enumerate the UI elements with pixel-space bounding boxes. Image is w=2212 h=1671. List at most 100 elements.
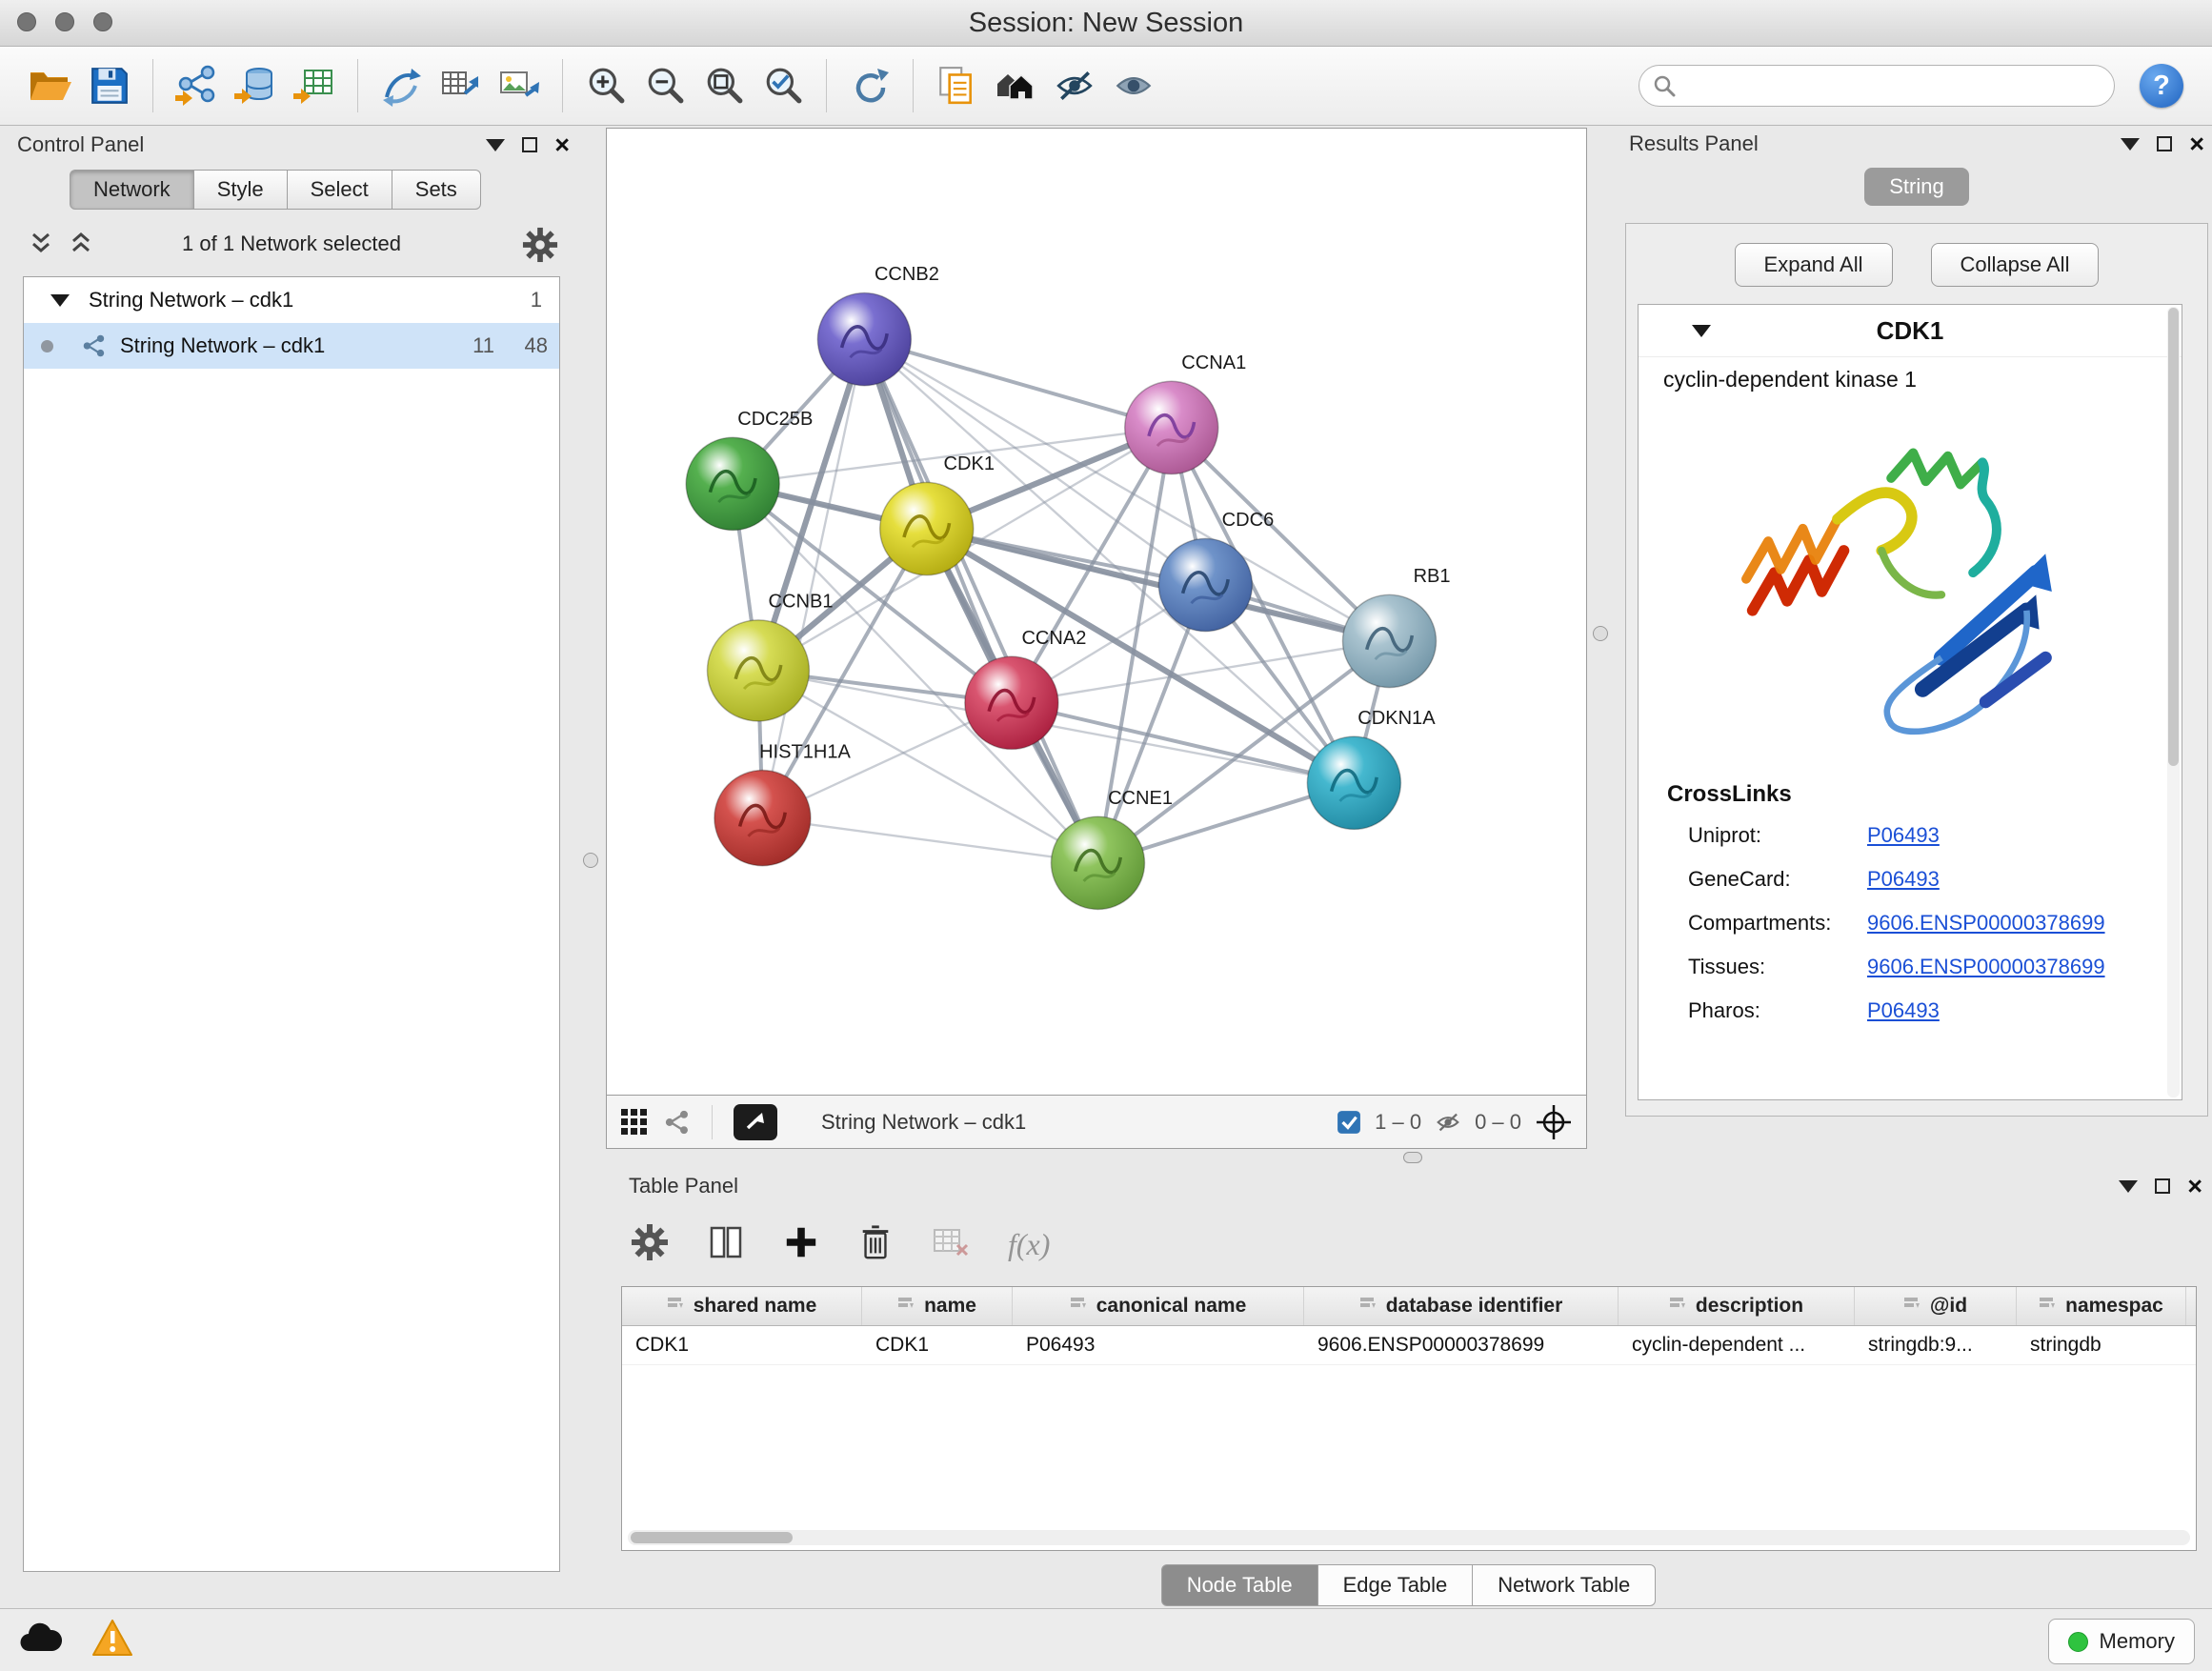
network-row-selected[interactable]: String Network – cdk1 11 48 bbox=[24, 323, 559, 369]
node-CDC6[interactable] bbox=[1158, 538, 1252, 631]
node-CCNB2[interactable] bbox=[817, 292, 911, 385]
expand-all-button[interactable]: Expand All bbox=[1735, 243, 1893, 287]
panel-collapse-icon[interactable] bbox=[2121, 138, 2140, 151]
copy-document-button[interactable] bbox=[927, 55, 986, 116]
tab-network[interactable]: Network bbox=[70, 170, 194, 210]
tab-edge-table[interactable]: Edge Table bbox=[1317, 1564, 1474, 1606]
collapse-all-button[interactable]: Collapse All bbox=[1931, 243, 2100, 287]
panel-collapse-icon[interactable] bbox=[2119, 1180, 2138, 1193]
hide-glyphs-button[interactable] bbox=[1045, 55, 1104, 116]
tab-node-table[interactable]: Node Table bbox=[1161, 1564, 1318, 1606]
tab-style[interactable]: Style bbox=[193, 170, 288, 210]
network-edge-CCNB2-CCNE1[interactable] bbox=[864, 339, 1097, 863]
zoom-fit-button[interactable] bbox=[694, 55, 754, 116]
network-edge-CCNB2-CCNA1[interactable] bbox=[864, 339, 1171, 428]
network-options-gear-icon[interactable] bbox=[522, 227, 558, 268]
delete-column-trash-icon[interactable] bbox=[857, 1223, 894, 1266]
node-RB1[interactable] bbox=[1342, 594, 1436, 687]
search-input[interactable] bbox=[1685, 72, 2101, 99]
add-column-plus-icon[interactable] bbox=[783, 1224, 819, 1265]
bottom-splitter-handle[interactable] bbox=[1403, 1152, 1422, 1163]
selected-nodes-checkbox-icon[interactable] bbox=[1337, 1110, 1361, 1135]
grid-view-icon[interactable] bbox=[620, 1108, 649, 1137]
panel-close-icon[interactable]: × bbox=[554, 135, 570, 154]
table-scrollbar-thumb[interactable] bbox=[631, 1532, 793, 1543]
panel-float-icon[interactable] bbox=[2155, 1178, 2170, 1194]
birdseye-view-button[interactable] bbox=[734, 1104, 777, 1140]
protein-collapse-icon[interactable] bbox=[1692, 325, 1711, 337]
tab-select[interactable]: Select bbox=[287, 170, 392, 210]
results-scrollbar-thumb[interactable] bbox=[2168, 308, 2179, 766]
tab-sets[interactable]: Sets bbox=[392, 170, 481, 210]
memory-button[interactable]: Memory bbox=[2048, 1619, 2195, 1664]
network-from-selection-button[interactable] bbox=[372, 55, 431, 116]
node-CCNB1[interactable] bbox=[707, 620, 809, 721]
export-image-button[interactable] bbox=[490, 55, 549, 116]
refresh-layout-button[interactable] bbox=[840, 55, 899, 116]
tree-expand-icon[interactable] bbox=[50, 294, 70, 307]
open-session-button[interactable] bbox=[21, 55, 80, 116]
panel-close-icon[interactable]: × bbox=[2187, 1177, 2202, 1196]
home-button[interactable] bbox=[986, 55, 1045, 116]
search-icon bbox=[1653, 74, 1676, 97]
node-CDKN1A[interactable] bbox=[1307, 736, 1400, 829]
table-settings-gear-icon[interactable] bbox=[631, 1223, 669, 1266]
column-header[interactable]: canonical name bbox=[1013, 1287, 1304, 1325]
import-table-button[interactable] bbox=[285, 55, 344, 116]
crosslink-link[interactable]: 9606.ENSP00000378699 bbox=[1867, 955, 2105, 979]
cloud-icon[interactable] bbox=[19, 1621, 63, 1654]
node-label-CDC6: CDC6 bbox=[1222, 510, 1275, 531]
homes-icon bbox=[994, 66, 1037, 106]
column-header[interactable]: shared name bbox=[622, 1287, 862, 1325]
right-splitter-handle[interactable] bbox=[1593, 626, 1608, 641]
crosslink-link[interactable]: P06493 bbox=[1867, 823, 1940, 848]
node-HIST1H1A[interactable] bbox=[714, 771, 811, 866]
panel-collapse-icon[interactable] bbox=[486, 139, 505, 151]
tab-network-table[interactable]: Network Table bbox=[1472, 1564, 1656, 1606]
network-view[interactable]: CCNB2CCNA1CDC25BCDK1CDC6RB1CCNB1CCNA2CDK… bbox=[606, 128, 1587, 1096]
panel-float-icon[interactable] bbox=[522, 137, 537, 152]
network-edge-HIST1H1A-CCNE1[interactable] bbox=[762, 818, 1097, 863]
node-CDK1[interactable] bbox=[880, 482, 974, 574]
crosslink-link[interactable]: 9606.ENSP00000378699 bbox=[1867, 911, 2105, 936]
zoom-out-icon bbox=[645, 66, 685, 106]
crosslink-link[interactable]: P06493 bbox=[1867, 998, 1940, 1023]
table-horizontal-scrollbar[interactable] bbox=[628, 1530, 2190, 1545]
node-CCNA2[interactable] bbox=[965, 656, 1058, 749]
string-results-tab[interactable]: String bbox=[1864, 168, 1968, 206]
column-header[interactable]: @id bbox=[1855, 1287, 2017, 1325]
results-panel: Results Panel × String Expand All Collap… bbox=[1621, 128, 2212, 1155]
zoom-selected-button[interactable] bbox=[754, 55, 813, 116]
crosslink-link[interactable]: P06493 bbox=[1867, 867, 1940, 892]
import-network-database-button[interactable] bbox=[226, 55, 285, 116]
share-view-icon[interactable] bbox=[664, 1109, 691, 1136]
node-CCNE1[interactable] bbox=[1051, 816, 1144, 909]
panel-close-icon[interactable]: × bbox=[2189, 134, 2204, 153]
column-header[interactable]: namespac bbox=[2017, 1287, 2186, 1325]
help-button[interactable]: ? bbox=[2140, 64, 2183, 108]
left-splitter-handle[interactable] bbox=[583, 853, 598, 868]
network-collection-row[interactable]: String Network – cdk1 1 bbox=[24, 277, 559, 323]
show-glyphs-button[interactable] bbox=[1104, 55, 1163, 116]
hidden-items-eye-slash-icon[interactable] bbox=[1435, 1110, 1461, 1135]
panel-float-icon[interactable] bbox=[2157, 136, 2172, 151]
node-CDC25B[interactable] bbox=[686, 437, 779, 530]
column-label: canonical name bbox=[1096, 1295, 1247, 1318]
crosslink-label: Tissues: bbox=[1688, 955, 1867, 979]
import-network-button[interactable] bbox=[167, 55, 226, 116]
save-session-button[interactable] bbox=[80, 55, 139, 116]
table-row[interactable]: CDK1CDK1P064939606.ENSP00000378699cyclin… bbox=[622, 1326, 2196, 1365]
column-label: name bbox=[924, 1295, 976, 1318]
node-CCNA1[interactable] bbox=[1125, 381, 1218, 473]
column-header[interactable]: description bbox=[1619, 1287, 1855, 1325]
show-columns-icon[interactable] bbox=[707, 1223, 745, 1266]
column-header[interactable]: database identifier bbox=[1304, 1287, 1619, 1325]
crosshair-icon[interactable] bbox=[1535, 1103, 1573, 1141]
warning-icon[interactable] bbox=[91, 1619, 133, 1657]
zoom-out-button[interactable] bbox=[635, 55, 694, 116]
zoom-in-button[interactable] bbox=[576, 55, 635, 116]
column-header[interactable]: name bbox=[862, 1287, 1013, 1325]
results-scrollbar[interactable] bbox=[2167, 307, 2180, 1097]
search-box[interactable] bbox=[1639, 65, 2115, 107]
network-from-table-button[interactable] bbox=[431, 55, 490, 116]
